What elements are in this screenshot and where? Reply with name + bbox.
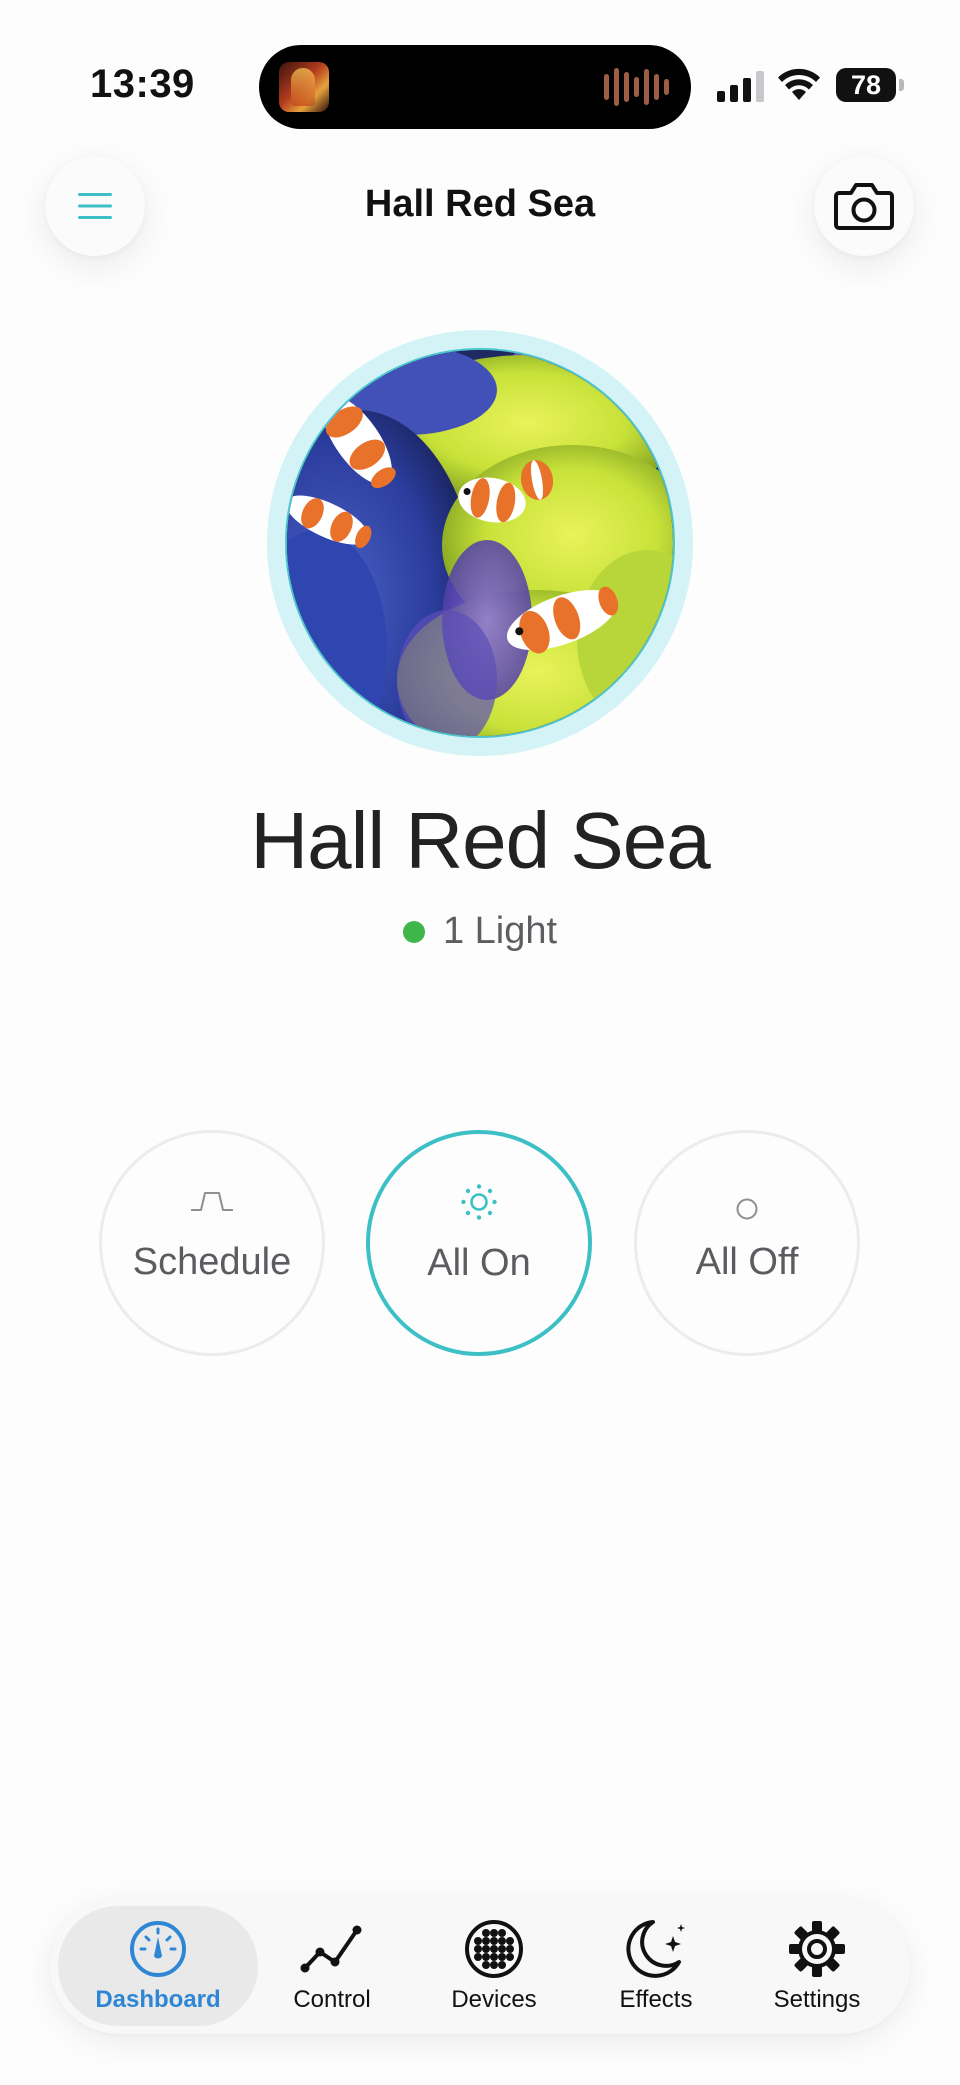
- tab-settings-label: Settings: [773, 1986, 861, 2013]
- all-off-label: All Off: [695, 1241, 799, 1283]
- camera-icon: [834, 183, 894, 230]
- led-grid-icon: [465, 1920, 523, 1978]
- all-on-button[interactable]: All On: [366, 1130, 592, 1356]
- status-dot-icon: [402, 920, 425, 943]
- audio-waveform-icon: [604, 67, 669, 107]
- all-off-button[interactable]: All Off: [634, 1130, 860, 1356]
- tank-photo[interactable]: [285, 348, 675, 738]
- gear-icon: [789, 1921, 845, 1977]
- tab-settings[interactable]: Settings: [742, 1906, 892, 2026]
- all-on-label: All On: [427, 1242, 531, 1284]
- schedule-label: Schedule: [132, 1241, 292, 1283]
- tank-name: Hall Red Sea: [250, 796, 710, 885]
- battery-indicator: 78: [836, 68, 896, 102]
- tab-effects-label: Effects: [619, 1986, 693, 2013]
- tank-photo-image: [287, 350, 673, 736]
- battery-tip: [899, 79, 904, 91]
- schedule-button[interactable]: Schedule: [99, 1130, 325, 1356]
- tab-devices-label: Devices: [451, 1986, 537, 2013]
- cellular-signal-icon: [717, 70, 764, 102]
- line-chart-icon: [300, 1925, 362, 1973]
- tank-status[interactable]: 1 Light: [0, 910, 960, 953]
- gauge-icon: [130, 1921, 186, 1977]
- schedule-pulse-icon: [191, 1192, 233, 1211]
- camera-button[interactable]: [814, 156, 914, 256]
- moon-stars-icon: [626, 1920, 685, 1978]
- dynamic-island[interactable]: [259, 45, 691, 129]
- now-playing-artwork: [279, 62, 329, 112]
- circle-off-icon: [736, 1198, 758, 1220]
- tank-status-text: 1 Light: [442, 910, 558, 952]
- wifi-icon: [778, 68, 820, 100]
- status-time: 13:39: [90, 62, 195, 106]
- tab-bar: Dashboard Control Devices Effects Settin…: [50, 1898, 910, 2034]
- tab-devices[interactable]: Devices: [419, 1906, 569, 2026]
- tab-dashboard[interactable]: Dashboard: [58, 1906, 258, 2026]
- tab-control-label: Control: [293, 1986, 371, 2013]
- tab-control[interactable]: Control: [257, 1906, 407, 2026]
- sun-icon: [461, 1184, 497, 1220]
- tab-effects[interactable]: Effects: [581, 1906, 731, 2026]
- tab-dashboard-label: Dashboard: [95, 1986, 221, 2013]
